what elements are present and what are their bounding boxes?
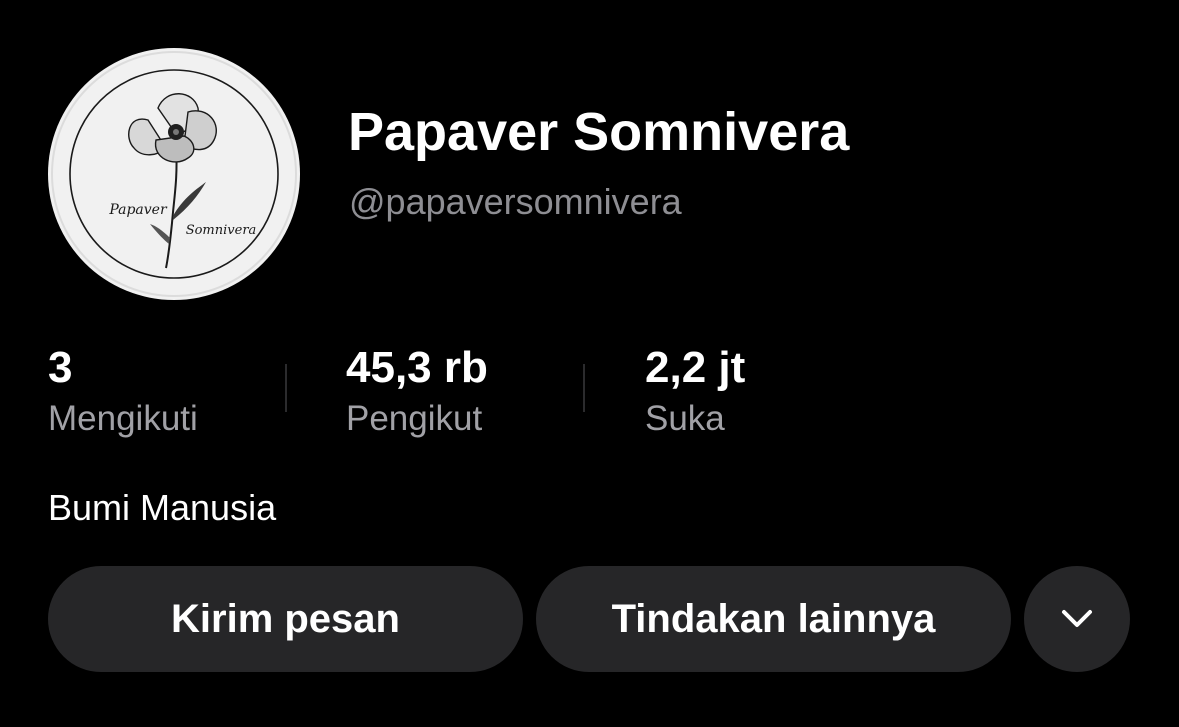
likes-count: 2,2 jt — [645, 343, 746, 392]
poppy-logo-icon: Papaver Somnivera — [50, 50, 298, 298]
send-message-label: Kirim pesan — [171, 596, 400, 641]
stat-following[interactable]: 3 Mengikuti — [48, 340, 198, 442]
stat-divider — [583, 364, 585, 412]
stat-divider — [285, 364, 287, 412]
likes-label: Suka — [645, 399, 725, 438]
display-name: Papaver Somnivera — [348, 102, 850, 162]
username: @papaversomnivera — [349, 181, 682, 222]
send-message-button[interactable]: Kirim pesan — [48, 566, 523, 672]
chevron-down-icon — [1062, 610, 1092, 627]
followers-label: Pengikut — [346, 399, 483, 438]
stat-likes[interactable]: 2,2 jt Suka — [645, 340, 745, 442]
profile-avatar[interactable]: Papaver Somnivera — [48, 48, 300, 300]
avatar-text-papaver: Papaver — [108, 202, 168, 218]
expand-button[interactable] — [1024, 566, 1130, 672]
avatar-text-somnivera: Somnivera — [186, 223, 257, 238]
more-actions-button[interactable]: Tindakan lainnya — [536, 566, 1011, 672]
following-label: Mengikuti — [48, 399, 198, 438]
bio-text: Bumi Manusia — [48, 487, 277, 528]
stat-followers[interactable]: 45,3 rb Pengikut — [346, 340, 488, 442]
following-count: 3 — [48, 343, 73, 392]
more-actions-label: Tindakan lainnya — [611, 596, 936, 641]
followers-count: 45,3 rb — [346, 343, 488, 392]
